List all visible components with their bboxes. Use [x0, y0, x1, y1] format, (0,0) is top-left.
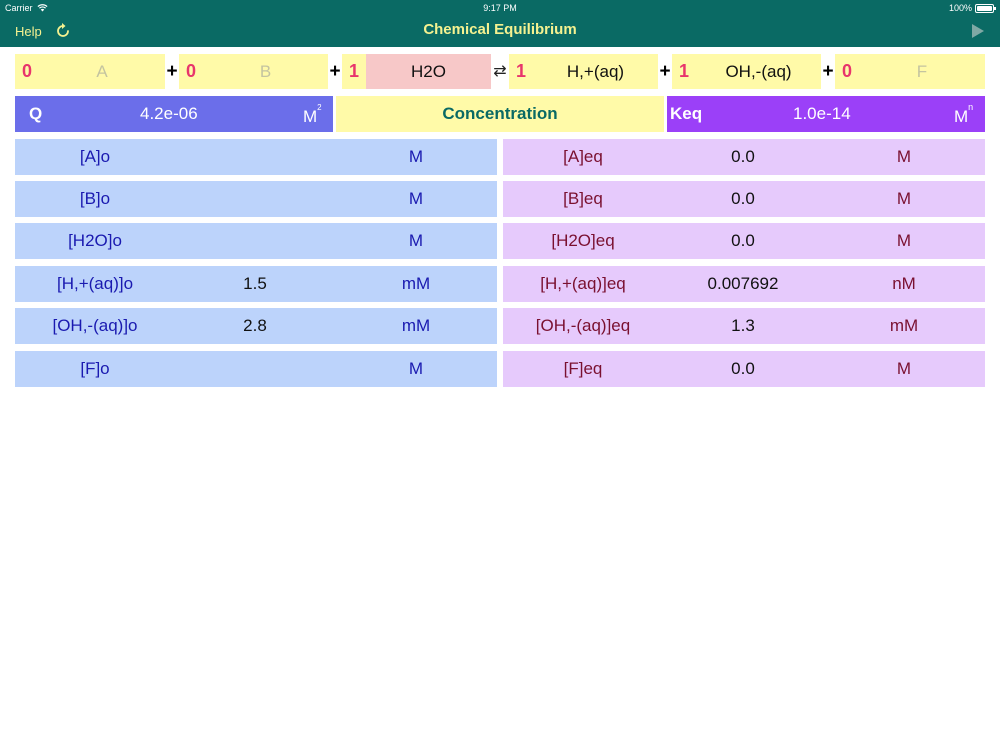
keq-value: 1.0e-14 [793, 104, 851, 123]
species-a[interactable]: A [39, 54, 165, 89]
status-time: 9:17 PM [483, 3, 517, 13]
keq-unit: Mn [954, 102, 974, 126]
play-icon[interactable] [971, 24, 985, 38]
initial-unit[interactable]: mM [335, 308, 497, 344]
initial-unit[interactable]: mM [335, 266, 497, 302]
initial-row-h-plus[interactable]: [H,+(aq)]o 1.5 mM [15, 266, 497, 302]
q-panel: Q 4.2e-06 M2 [15, 96, 333, 132]
eq-unit[interactable]: M [823, 139, 985, 175]
coef-oh-minus[interactable]: 1 [672, 54, 696, 89]
initial-row-oh-minus[interactable]: [OH,-(aq)]o 2.8 mM [15, 308, 497, 344]
species-b[interactable]: B [203, 54, 328, 89]
initial-label: [F]o [80, 359, 110, 378]
keq-unit-exponent: n [968, 102, 974, 113]
initial-label: [H2O]o [68, 231, 122, 250]
q-unit: M2 [303, 103, 322, 126]
initial-unit[interactable]: M [335, 223, 497, 259]
eq-value: 0.0 [731, 359, 755, 378]
initial-unit[interactable]: M [335, 139, 497, 175]
eq-value: 0.007692 [707, 274, 779, 293]
nav-bar: Carrier 9:17 PM 100% Help Chemical Equil… [0, 0, 1000, 47]
eq-label: [OH,-(aq)]eq [535, 316, 631, 335]
eq-row-b: [B]eq 0.0 M [503, 181, 985, 217]
coef-h2o[interactable]: 1 [342, 54, 366, 89]
initial-value[interactable] [175, 351, 335, 387]
q-unit-exponent: 2 [317, 103, 322, 113]
initial-row-b[interactable]: [B]o M [15, 181, 497, 217]
eq-row-h-plus: [H,+(aq)]eq 0.007692 nM [503, 266, 985, 302]
eq-unit[interactable]: M [823, 351, 985, 387]
status-battery: 100% [948, 3, 996, 13]
eq-unit[interactable]: mM [823, 308, 985, 344]
coef-a[interactable]: 0 [15, 54, 39, 89]
eq-label: [B]eq [563, 189, 603, 208]
initial-unit[interactable]: M [335, 351, 497, 387]
battery-percent: 100% [948, 3, 972, 13]
initial-label: [H,+(aq)]o [56, 274, 134, 293]
species-f[interactable]: F [859, 54, 985, 89]
eq-label: [H,+(aq)]eq [540, 274, 626, 293]
q-value: 4.2e-06 [140, 104, 198, 123]
page-title: Chemical Equilibrium [423, 21, 577, 38]
eq-unit[interactable]: nM [823, 266, 985, 302]
eq-label: [H2O]eq [551, 231, 615, 250]
eq-label: [F]eq [563, 359, 603, 378]
initial-row-a[interactable]: [A]o M [15, 139, 497, 175]
coef-h-plus[interactable]: 1 [509, 54, 533, 89]
initial-label: [A]o [79, 147, 111, 166]
coef-f[interactable]: 0 [835, 54, 859, 89]
plus-sign: + [329, 61, 341, 82]
plus-sign: + [166, 61, 178, 82]
eq-label: [A]eq [563, 147, 603, 166]
plus-sign: + [659, 61, 671, 82]
eq-value: 1.3 [731, 316, 755, 335]
initial-row-h2o[interactable]: [H2O]o M [15, 223, 497, 259]
eq-row-oh-minus: [OH,-(aq)]eq 1.3 mM [503, 308, 985, 344]
eq-unit[interactable]: M [823, 181, 985, 217]
species-oh-minus[interactable]: OH,-(aq) [696, 54, 821, 89]
initial-unit[interactable]: M [335, 181, 497, 217]
keq-panel[interactable]: Keq 1.0e-14 Mn [667, 96, 985, 132]
eq-row-f: [F]eq 0.0 M [503, 351, 985, 387]
initial-value[interactable]: 2.8 [175, 308, 335, 344]
eq-row-h2o: [H2O]eq 0.0 M [503, 223, 985, 259]
species-h-plus[interactable]: H,+(aq) [533, 54, 658, 89]
initial-value[interactable] [175, 139, 335, 175]
eq-value: 0.0 [731, 189, 755, 208]
equilibrium-arrow: ⇄ [493, 63, 507, 80]
battery-icon [975, 3, 996, 13]
eq-value: 0.0 [731, 231, 755, 250]
initial-value[interactable] [175, 223, 335, 259]
initial-value[interactable]: 1.5 [175, 266, 335, 302]
keq-label: Keq [670, 104, 703, 123]
eq-value: 0.0 [731, 147, 755, 166]
initial-label: [B]o [79, 189, 111, 208]
eq-row-a: [A]eq 0.0 M [503, 139, 985, 175]
initial-value[interactable] [175, 181, 335, 217]
plus-sign: + [822, 61, 834, 82]
eq-unit[interactable]: M [823, 223, 985, 259]
species-h2o[interactable]: H2O [366, 54, 491, 89]
coef-b[interactable]: 0 [179, 54, 203, 89]
concentration-button[interactable]: Concentration [336, 96, 664, 132]
q-label: Q [29, 104, 43, 123]
initial-label: [OH,-(aq)]o [52, 316, 138, 335]
initial-row-f[interactable]: [F]o M [15, 351, 497, 387]
